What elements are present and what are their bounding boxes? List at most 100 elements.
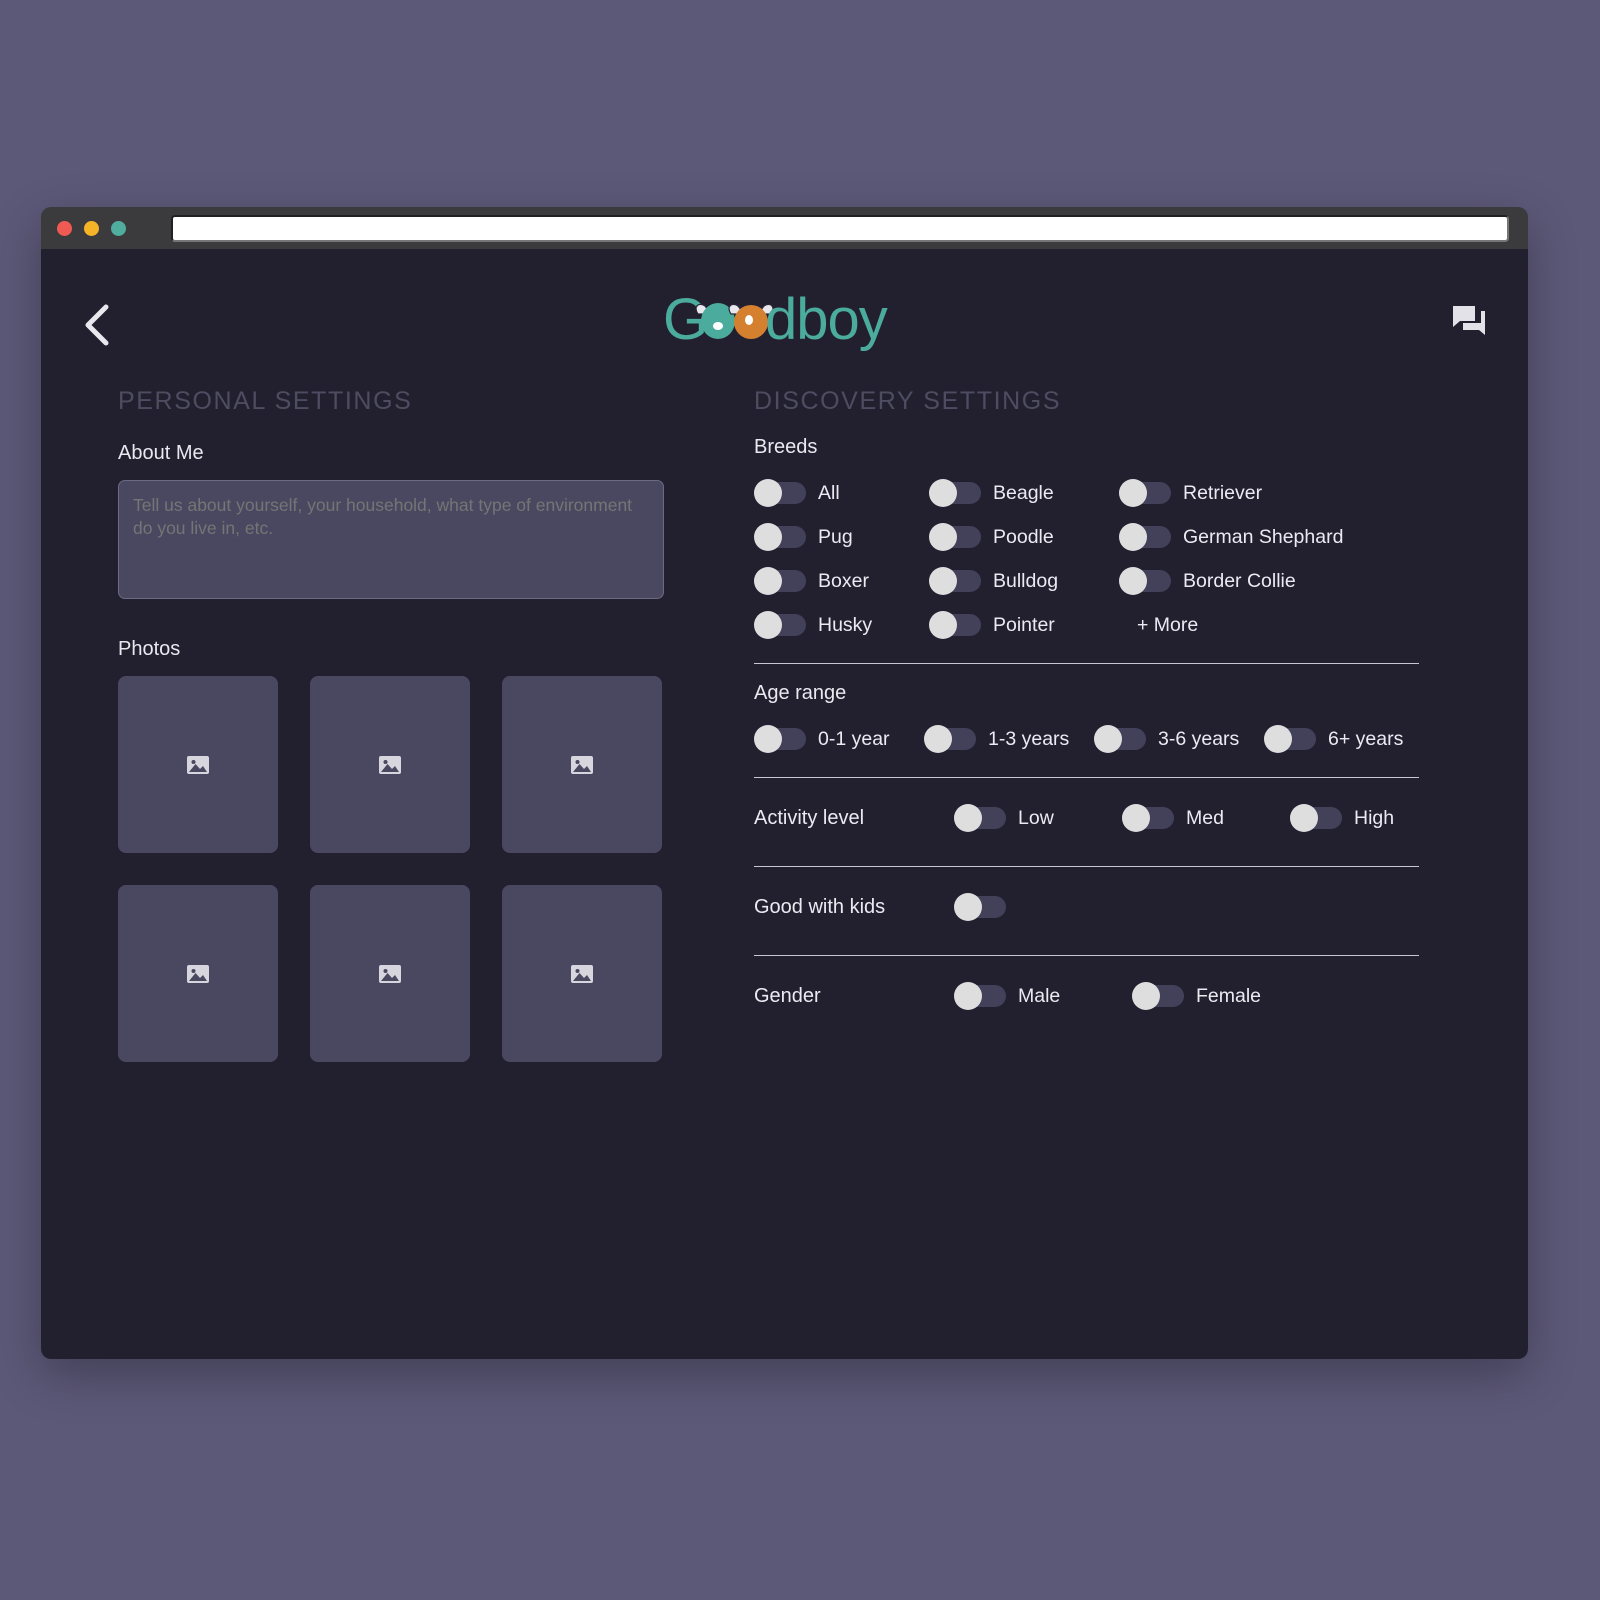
browser-window: G dboy PERSONAL SETTINGS About Me Tell u…	[41, 207, 1528, 1359]
breed-toggle-bulldog[interactable]: Bulldog	[929, 563, 1119, 599]
svg-text:G: G	[665, 292, 707, 352]
toggle-knob	[954, 804, 982, 832]
svg-text:dboy: dboy	[765, 292, 888, 352]
toggle-switch-off[interactable]	[954, 804, 1006, 832]
breed-label: Husky	[818, 613, 873, 636]
toggle-switch-off[interactable]	[754, 611, 806, 639]
good-with-kids-label: Good with kids	[754, 895, 886, 918]
toggle-switch-off[interactable]	[754, 725, 806, 753]
about-me-textarea[interactable]	[118, 480, 664, 599]
photo-slot[interactable]	[310, 676, 470, 853]
photo-slot[interactable]	[502, 885, 662, 1062]
toggle-knob	[1264, 725, 1292, 753]
toggle-switch-off[interactable]	[1264, 725, 1316, 753]
toggle-switch-off[interactable]	[929, 567, 981, 595]
toggle-switch-off[interactable]	[754, 479, 806, 507]
breed-label: Beagle	[993, 481, 1054, 504]
about-me-label: About Me	[118, 442, 204, 464]
activity-toggle-med[interactable]: Med	[1122, 800, 1290, 836]
toggle-knob	[754, 611, 782, 639]
breed-toggle-german-shephard[interactable]: German Shephard	[1119, 519, 1458, 555]
photo-grid	[118, 676, 738, 1062]
discovery-settings-heading: DISCOVERY SETTINGS	[754, 387, 1062, 415]
breeds-more-button[interactable]: + More	[1119, 607, 1458, 643]
breed-toggle-beagle[interactable]: Beagle	[929, 475, 1119, 511]
image-placeholder-icon	[187, 755, 209, 774]
breed-toggle-retriever[interactable]: Retriever	[1119, 475, 1458, 511]
photos-label: Photos	[118, 638, 181, 660]
close-window-button[interactable]	[57, 220, 72, 236]
toggle-switch-off[interactable]	[1119, 479, 1171, 507]
breeds-label: Breeds	[754, 436, 818, 458]
breeds-toggle-grid: All Beagle Retriever Pug Poodle German S…	[754, 475, 1458, 643]
breed-label: Bulldog	[993, 569, 1059, 592]
toggle-knob	[1119, 479, 1147, 507]
traffic-light-controls	[57, 220, 126, 236]
toggle-switch-off[interactable]	[929, 523, 981, 551]
age-range-label: Age range	[754, 682, 847, 704]
good-with-kids-toggle[interactable]	[954, 889, 1122, 925]
address-bar[interactable]	[171, 214, 1509, 242]
toggle-knob	[1132, 982, 1160, 1010]
minimize-window-button[interactable]	[84, 220, 99, 236]
toggle-knob	[754, 567, 782, 595]
toggle-switch-off[interactable]	[1132, 982, 1184, 1010]
photo-slot[interactable]	[118, 885, 278, 1062]
toggle-switch-off[interactable]	[924, 725, 976, 753]
age-toggle-0-1-year[interactable]: 0-1 year	[754, 721, 924, 757]
toggle-knob	[929, 567, 957, 595]
toggle-switch-off[interactable]	[1119, 567, 1171, 595]
activity-toggle-low[interactable]: Low	[954, 800, 1122, 836]
toggle-knob	[1122, 804, 1150, 832]
toggle-switch-off[interactable]	[1290, 804, 1342, 832]
photo-slot[interactable]	[502, 676, 662, 853]
breed-label: Pug	[818, 525, 853, 548]
breed-label: Poodle	[993, 525, 1054, 548]
app-logo: G dboy	[665, 254, 905, 354]
toggle-knob	[929, 479, 957, 507]
breed-toggle-border-collie[interactable]: Border Collie	[1119, 563, 1458, 599]
activity-level-section: Activity level Low Med High	[754, 778, 1458, 846]
toggle-knob	[754, 725, 782, 753]
toggle-knob	[954, 982, 982, 1010]
image-placeholder-icon	[379, 964, 401, 983]
toggle-knob	[1119, 523, 1147, 551]
breed-toggle-poodle[interactable]: Poodle	[929, 519, 1119, 555]
activity-toggle-high[interactable]: High	[1290, 800, 1458, 836]
age-toggle-1-3-years[interactable]: 1-3 years	[924, 721, 1094, 757]
breed-toggle-husky[interactable]: Husky	[754, 607, 929, 643]
breed-toggle-boxer[interactable]: Boxer	[754, 563, 929, 599]
gender-toggle-female[interactable]: Female	[1132, 978, 1310, 1014]
toggle-switch-off[interactable]	[1094, 725, 1146, 753]
breed-toggle-pointer[interactable]: Pointer	[929, 607, 1119, 643]
gender-toggle-male[interactable]: Male	[954, 978, 1132, 1014]
gender-option-label: Female	[1196, 984, 1262, 1007]
chevron-left-icon	[82, 303, 112, 347]
maximize-window-button[interactable]	[111, 220, 126, 236]
image-placeholder-icon	[571, 755, 593, 774]
toggle-switch-off[interactable]	[929, 611, 981, 639]
toggle-switch-off[interactable]	[754, 567, 806, 595]
gender-label: Gender	[754, 984, 821, 1007]
age-range-toggles: 0-1 year 1-3 years 3-6 years 6+ years	[754, 721, 1458, 757]
breed-toggle-all[interactable]: All	[754, 475, 929, 511]
breed-label: Boxer	[818, 569, 869, 592]
toggle-switch-off[interactable]	[1119, 523, 1171, 551]
toggle-knob	[754, 479, 782, 507]
toggle-switch-off[interactable]	[954, 893, 1006, 921]
settings-columns: PERSONAL SETTINGS About Me Photos	[41, 359, 1528, 1062]
toggle-switch-off[interactable]	[954, 982, 1006, 1010]
back-button[interactable]	[71, 299, 123, 351]
toggle-knob	[754, 523, 782, 551]
breed-label: Pointer	[993, 613, 1055, 636]
age-toggle-6-plus-years[interactable]: 6+ years	[1264, 721, 1434, 757]
breed-toggle-pug[interactable]: Pug	[754, 519, 929, 555]
toggle-switch-off[interactable]	[929, 479, 981, 507]
age-toggle-3-6-years[interactable]: 3-6 years	[1094, 721, 1264, 757]
toggle-switch-off[interactable]	[754, 523, 806, 551]
photo-slot[interactable]	[310, 885, 470, 1062]
photo-slot[interactable]	[118, 676, 278, 853]
messages-button[interactable]	[1442, 297, 1496, 351]
toggle-knob	[1094, 725, 1122, 753]
toggle-switch-off[interactable]	[1122, 804, 1174, 832]
